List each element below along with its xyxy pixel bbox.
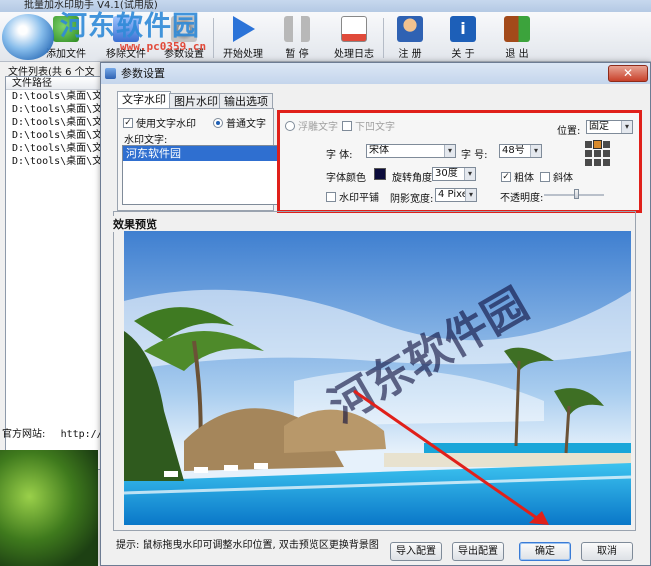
position-grid[interactable]: [585, 140, 610, 166]
about-button[interactable]: i 关 于: [437, 14, 489, 60]
radio-dot-icon: [213, 117, 223, 128]
checkbox-icon: [326, 191, 336, 202]
watermark-text-label: 水印文字:: [124, 135, 168, 146]
website-line: 官方网站: http://: [2, 425, 103, 440]
position-label: 位置:: [557, 126, 581, 137]
bold-checkbox[interactable]: ✓ 粗体: [501, 169, 534, 184]
position-cell[interactable]: [594, 150, 601, 157]
opacity-label: 不透明度:: [500, 193, 544, 204]
register-button[interactable]: 注 册: [384, 14, 436, 60]
processing-log-button[interactable]: 处理日志: [328, 14, 380, 60]
site-watermark-logo: 河东软件园: [60, 11, 200, 42]
site-watermark-url: www.pc0359.cn: [120, 40, 207, 53]
checkbox-icon: [342, 120, 352, 131]
position-select[interactable]: 固定: [586, 120, 633, 134]
exit-icon: [504, 16, 530, 42]
desktop-background: [0, 450, 98, 566]
preview-beach-image: 河东软件园: [124, 231, 631, 525]
radio-dot-icon: [285, 120, 295, 131]
size-label: 字 号:: [461, 150, 488, 161]
pause-button[interactable]: 暂 停: [271, 14, 323, 60]
checkbox-check-icon: ✓: [501, 171, 511, 182]
close-button[interactable]: ✕: [608, 65, 648, 82]
list-item[interactable]: 河东软件园: [123, 146, 277, 161]
font-label: 字 体:: [326, 150, 353, 161]
pause-icon: [284, 16, 310, 42]
app-icon: [105, 68, 116, 79]
play-icon: [233, 16, 255, 42]
export-config-button[interactable]: 导出配置: [452, 542, 504, 561]
ok-button[interactable]: 确定: [519, 542, 571, 561]
position-cell[interactable]: [593, 140, 602, 149]
shadow-width-select[interactable]: 4 Pixel: [435, 188, 477, 202]
tile-watermark-checkbox[interactable]: 水印平铺: [326, 189, 379, 204]
checkbox-icon: [540, 171, 550, 182]
preview-area[interactable]: 河东软件园: [124, 231, 631, 525]
tab-image-watermark[interactable]: 图片水印: [169, 93, 223, 109]
exit-button[interactable]: 退 出: [491, 14, 543, 60]
toolbar-separator: [213, 18, 214, 58]
tab-text-watermark[interactable]: 文字水印: [117, 91, 171, 109]
position-cell[interactable]: [603, 159, 610, 166]
hint-text: 提示: 鼠标拖曳水印可调整水印位置, 双击预览区更换背景图: [116, 540, 379, 551]
text-watermark-panel: ✓ 使用文字水印 普通文字 水印文字: 河东软件园: [117, 108, 278, 211]
font-color-label: 字体颜色: [326, 173, 366, 184]
position-cell[interactable]: [585, 150, 592, 157]
settings-dialog: 参数设置 ✕ 文字水印 图片水印 输出选项 ✓ 使用文字水印 普通文字 水印文字…: [100, 62, 651, 566]
register-icon: [397, 16, 423, 42]
relief-text-radio[interactable]: 浮雕文字: [285, 118, 338, 133]
italic-checkbox[interactable]: 斜体: [540, 169, 573, 184]
position-cell[interactable]: [603, 141, 610, 148]
website-link[interactable]: http://: [61, 429, 103, 440]
size-select[interactable]: 48号: [499, 144, 542, 158]
normal-text-radio[interactable]: 普通文字: [213, 115, 266, 130]
info-icon: i: [450, 16, 476, 42]
text-style-settings: 浮雕文字 下凹文字 位置: 固定 字 体: 宋体 字 号: 48号 字体颜色 旋…: [277, 110, 642, 213]
position-cell[interactable]: [585, 141, 592, 148]
cancel-button[interactable]: 取消: [581, 542, 633, 561]
dialog-title: 参数设置: [121, 67, 165, 80]
font-select[interactable]: 宋体: [366, 144, 456, 158]
import-config-button[interactable]: 导入配置: [390, 542, 442, 561]
use-text-watermark-checkbox[interactable]: ✓ 使用文字水印: [123, 115, 196, 130]
dialog-title-bar: 参数设置 ✕: [101, 63, 650, 84]
position-cell[interactable]: [594, 159, 601, 166]
website-label: 官方网站:: [2, 429, 46, 440]
opacity-slider-thumb[interactable]: [574, 189, 579, 199]
rotation-label: 旋转角度: [392, 173, 432, 184]
position-cell[interactable]: [603, 150, 610, 157]
preview-title: 效果预览: [111, 216, 159, 232]
shadow-width-label: 阴影宽度:: [390, 194, 434, 205]
rotation-select[interactable]: 30度: [432, 167, 476, 181]
log-icon: [341, 16, 367, 42]
checkbox-check-icon: ✓: [123, 117, 133, 128]
site-logo-icon: [2, 14, 54, 60]
font-color-swatch[interactable]: [374, 168, 386, 180]
position-cell[interactable]: [585, 159, 592, 166]
tab-output-options[interactable]: 输出选项: [219, 93, 273, 109]
sunken-text-checkbox[interactable]: 下凹文字: [342, 118, 395, 133]
start-processing-button[interactable]: 开始处理: [217, 14, 269, 60]
watermark-text-list[interactable]: 河东软件园: [122, 145, 278, 205]
